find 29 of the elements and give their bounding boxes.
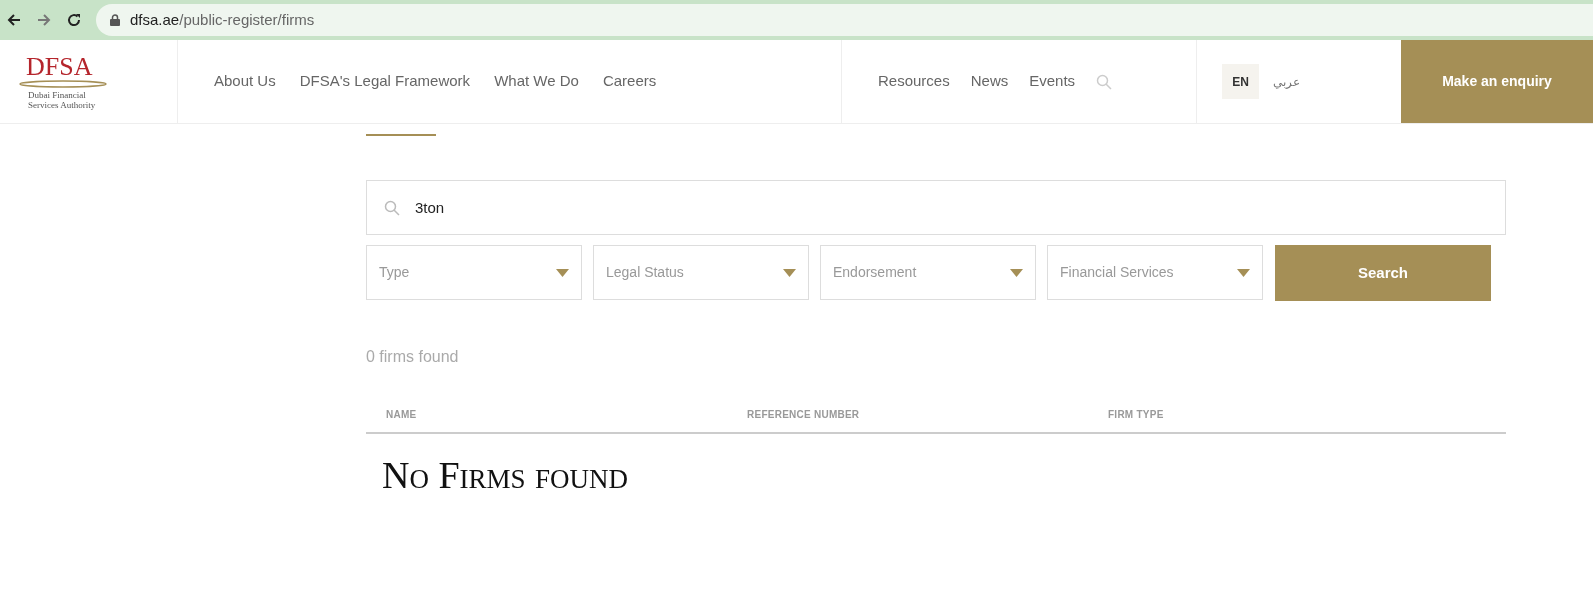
result-count: 0 firms found — [366, 347, 460, 367]
nav-link[interactable]: What We Do — [494, 70, 579, 93]
caret-icon — [556, 268, 569, 277]
dfsa-logo[interactable]: DFSA Dubai Financial Services Authority — [18, 49, 108, 114]
nav-link[interactable]: About Us — [214, 70, 276, 93]
url-text: dfsa.ae/public-register/firms — [130, 9, 315, 30]
forward-icon[interactable] — [36, 12, 52, 28]
lock-icon — [110, 14, 120, 26]
address-bar[interactable]: dfsa.ae/public-register/firms — [96, 4, 1593, 36]
search-field[interactable]: 3ton — [366, 180, 1506, 235]
nav-link[interactable]: Careers — [602, 70, 657, 93]
caret-icon — [783, 268, 796, 277]
caret-icon — [1010, 268, 1023, 277]
nav-link[interactable]: Events — [1029, 70, 1076, 93]
empty-message: No Firms found — [382, 456, 630, 494]
enquiry-button[interactable]: Make an enquiry — [1401, 40, 1593, 123]
nav-link[interactable]: DFSA's Legal Framework — [299, 70, 471, 93]
column-header: REFERENCE NUMBER — [747, 409, 860, 420]
language-option[interactable]: عربي — [1271, 64, 1302, 99]
column-header: NAME — [386, 409, 417, 420]
column-header: FIRM TYPE — [1108, 409, 1164, 420]
reload-icon[interactable] — [66, 12, 82, 28]
nav-link[interactable]: News — [970, 70, 1009, 93]
back-icon[interactable] — [6, 12, 22, 28]
nav-link[interactable]: Resources — [878, 70, 950, 93]
caret-icon — [1237, 268, 1250, 277]
search-icon — [384, 200, 400, 216]
language-option[interactable]: EN — [1222, 64, 1259, 99]
search-button[interactable]: Search — [1275, 245, 1491, 301]
